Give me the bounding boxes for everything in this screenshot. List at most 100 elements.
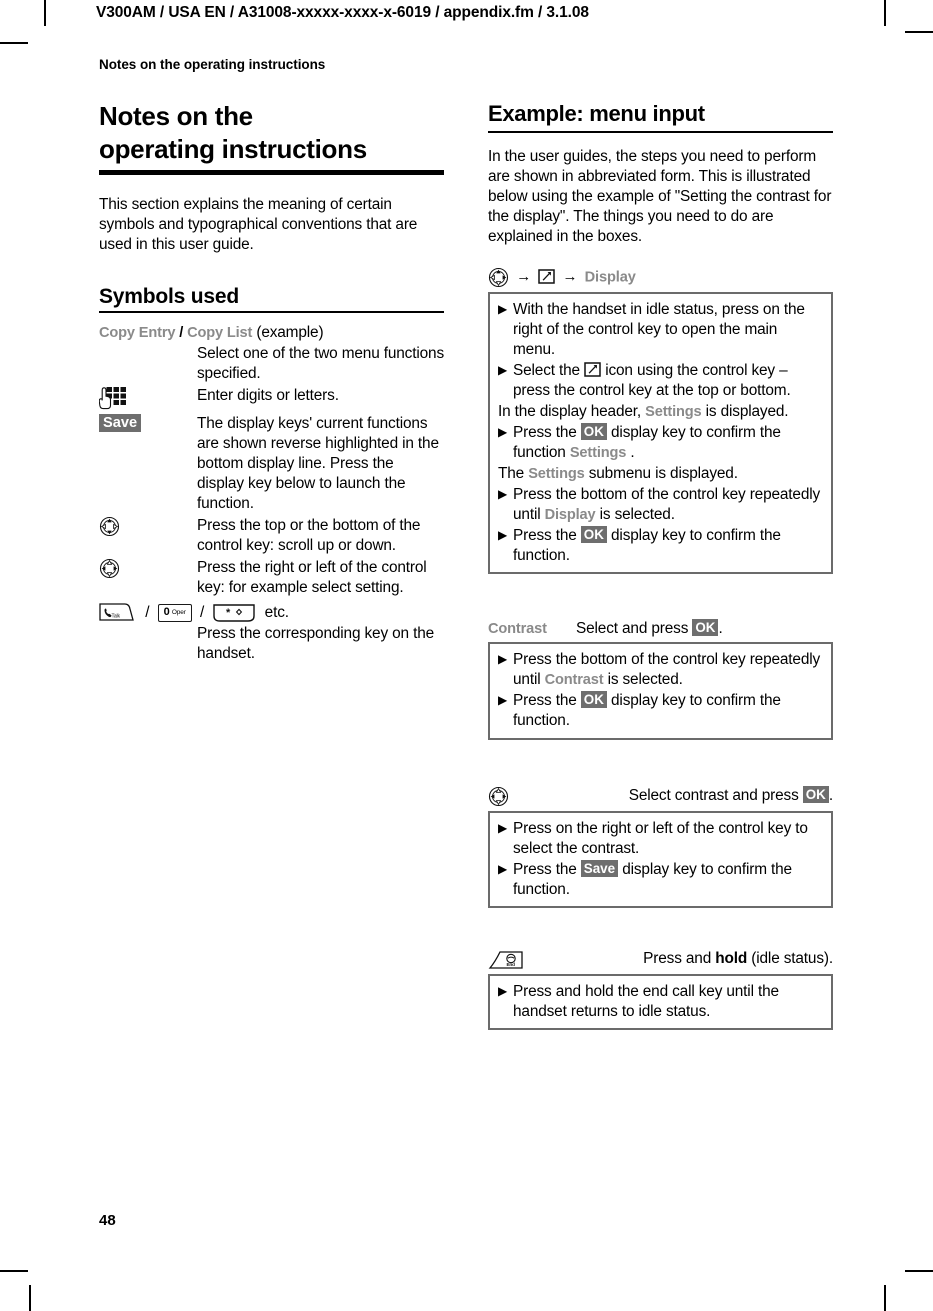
page-title-line1: Notes on the	[99, 101, 253, 131]
ok-display-key-chip[interactable]: OK	[580, 526, 607, 544]
instruction-box-1: ▶ With the handset in idle status, press…	[488, 292, 833, 575]
symbol-key-control-updown	[99, 516, 197, 558]
symbol-description: The display keys' current functions are …	[197, 414, 439, 512]
section-header: Notes on the operating instructions	[99, 57, 326, 72]
page-number: 48	[99, 1212, 116, 1229]
bullet-icon: ▶	[498, 425, 508, 440]
step-instruction: Select and press OK.	[576, 619, 833, 638]
step-label-row-select-contrast: Select contrast and press OK.	[488, 785, 833, 811]
note-pre: The	[498, 465, 529, 483]
menu-name-settings: Settings	[645, 404, 702, 421]
crop-mark-top-right-h	[905, 31, 933, 33]
instruction-box-4: ▶ Press and hold the end call key until …	[488, 973, 833, 1030]
save-display-key-chip[interactable]: Save	[99, 413, 142, 432]
bullet-icon: ▶	[498, 861, 508, 876]
menu-name-b: Copy List	[187, 324, 253, 341]
step-text: With the handset in idle status, press o…	[513, 301, 805, 359]
list-item: ▶ Select the icon using the control key …	[498, 360, 823, 401]
control-key-left-right-icon	[99, 558, 120, 579]
table-row: Copy Entry / Copy List (example)	[99, 323, 444, 344]
step-text-pre: Select the	[513, 362, 585, 380]
note-post: is displayed.	[701, 403, 789, 421]
page-title-line2: operating instructions	[99, 134, 367, 165]
bullet-icon: ▶	[498, 302, 508, 317]
step-text: Press the bottom of the control key repe…	[513, 485, 823, 525]
table-row: Press the corresponding key on the hands…	[99, 624, 444, 666]
symbol-key-blank-2	[99, 624, 197, 666]
intro-paragraph: This section explains the meaning of cer…	[99, 195, 418, 253]
zero-key-sublabel: Oper	[171, 608, 186, 616]
keypad-icon	[98, 386, 127, 412]
ok-display-key-chip[interactable]: OK	[580, 423, 607, 441]
table-row: Press the right or left of the control k…	[99, 558, 444, 600]
left-column: Notes on the operating instructions This…	[98, 100, 444, 666]
star-key-icon: *	[212, 604, 256, 622]
svg-text:Talk: Talk	[112, 614, 121, 620]
menu-name-settings: Settings	[528, 466, 585, 483]
step-text: Press the bottom of the control key repe…	[513, 650, 823, 690]
step-text-pre: Press the	[513, 692, 581, 710]
control-key-icon	[488, 267, 509, 288]
crop-mark-bottom-right	[884, 1285, 886, 1311]
save-display-key-chip[interactable]: Save	[580, 859, 619, 877]
breadcrumb-arrow-1: →	[516, 267, 532, 285]
step-text: Press the Save display key to confirm th…	[513, 859, 823, 900]
symbol-key-keypad	[98, 386, 197, 414]
step-instruction-pre: Select and press	[576, 620, 693, 638]
bullet-icon: ▶	[498, 693, 508, 708]
bullet-icon: ▶	[498, 363, 508, 378]
step-text-post: is selected.	[603, 671, 683, 689]
list-item: ▶ With the handset in idle status, press…	[498, 299, 823, 360]
end-call-key-icon: End	[488, 950, 576, 970]
list-item: ▶ Press the OK display key to confirm th…	[498, 422, 823, 463]
step-text-post: is selected.	[595, 506, 675, 524]
zero-oper-key-icon: 0 Oper	[157, 603, 192, 622]
step-text: Select the icon using the control key – …	[513, 361, 823, 401]
list-item: ▶ Press the Save display key to confirm …	[498, 859, 823, 900]
step-instruction-pre: Press and	[643, 950, 716, 968]
table-row: Press the top or the bottom of the contr…	[99, 516, 444, 558]
table-row: Save The display keys' current functions…	[99, 413, 444, 516]
zero-key-digit: 0	[163, 605, 170, 618]
list-item: ▶ Press the bottom of the control key re…	[498, 649, 823, 690]
menu-name-settings: Settings	[569, 445, 627, 462]
list-item: ▶ Press and hold the end call key until …	[498, 981, 823, 1022]
crop-mark-bottom-right-h	[905, 1270, 933, 1272]
step-instruction-post: (idle status).	[747, 950, 833, 968]
crop-mark-top-right	[884, 0, 886, 26]
running-header: V300AM / USA EN / A31008-xxxxx-xxxx-x-60…	[96, 4, 589, 21]
symbol-key-blank	[99, 344, 197, 386]
svg-text:End: End	[507, 962, 516, 967]
table-row: Select one of the two menu functions spe…	[99, 344, 444, 386]
step-instruction: Press and hold (idle status).	[576, 950, 833, 968]
step-instruction-post: .	[828, 786, 833, 804]
control-key-left-right-icon	[488, 786, 576, 807]
step-text: Press the OK display key to confirm the …	[513, 691, 823, 731]
symbol-description: Press the right or left of the control k…	[197, 558, 427, 596]
step-text: Press the OK display key to confirm the …	[513, 423, 823, 463]
step-label-row-contrast: Contrast Select and press OK.	[488, 619, 833, 642]
crop-mark-bottom-left	[29, 1285, 31, 1311]
example-intro-paragraph: In the user guides, the steps you need t…	[488, 148, 832, 246]
menu-name-contrast: Contrast	[544, 672, 604, 689]
symbol-description: Press the top or the bottom of the contr…	[197, 516, 421, 554]
crop-mark-bottom-left-h	[0, 1270, 28, 1272]
ok-display-key-chip[interactable]: OK	[580, 691, 607, 709]
symbol-description: Press the corresponding key on the hands…	[197, 624, 435, 662]
step-text: Press the OK display key to confirm the …	[513, 526, 823, 566]
note-post: submenu is displayed.	[584, 465, 738, 483]
note-text: In the display header, Settings is displ…	[498, 402, 823, 422]
right-column: Example: menu input In the user guides, …	[488, 100, 833, 1030]
symbols-table: Copy Entry / Copy List (example) Select …	[98, 323, 444, 666]
step-text-pre: Press the	[513, 527, 581, 545]
menu-name-suffix: (example)	[256, 323, 324, 341]
list-item: ▶ Press on the right or left of the cont…	[498, 818, 823, 859]
step-instruction-pre: Select contrast and press	[628, 786, 803, 804]
list-item: ▶ Press the bottom of the control key re…	[498, 484, 823, 525]
ok-display-key-chip[interactable]: OK	[802, 785, 829, 803]
list-item: ▶ Press the OK display key to confirm th…	[498, 690, 823, 731]
ok-display-key-chip[interactable]: OK	[692, 619, 719, 637]
settings-menu-icon	[584, 362, 601, 378]
step-text-pre: Press the	[513, 424, 581, 442]
table-row: Enter digits or letters.	[98, 386, 444, 414]
